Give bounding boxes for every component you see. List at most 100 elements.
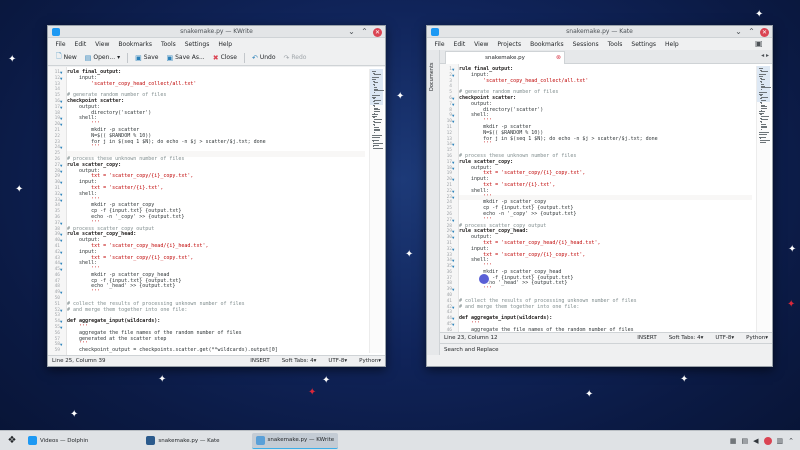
menu-bookmarks[interactable]: Bookmarks (114, 41, 157, 48)
cursor-position[interactable]: Line 25, Column 39 (52, 358, 238, 364)
close-icon[interactable]: ✕ (760, 27, 769, 37)
fold-marker-icon[interactable]: ▼ (452, 322, 457, 328)
fold-marker-icon[interactable]: ▼ (452, 177, 457, 183)
menu-settings[interactable]: Settings (627, 41, 661, 48)
fold-marker-icon[interactable]: ▼ (452, 73, 457, 79)
indent-setting[interactable]: Soft Tabs: 4 (282, 358, 314, 364)
fold-marker-icon[interactable]: ▼ (60, 290, 65, 296)
maximize-icon[interactable]: ⌃ (747, 27, 756, 37)
tab-snakemake[interactable]: snakemake.py ⊗ (445, 51, 565, 64)
kate-window[interactable]: snakemake.py — Kate ⌄ ⌃ ✕ File Edit View… (426, 25, 773, 367)
fold-marker-icon[interactable]: ▼ (452, 102, 457, 108)
menu-projects[interactable]: Projects (493, 41, 526, 48)
menu-sessions[interactable]: Sessions (568, 41, 603, 48)
save-as-button[interactable]: ▣ Save As... (163, 52, 207, 64)
fold-marker-icon[interactable]: ▼ (452, 305, 457, 311)
menu-tools[interactable]: Tools (156, 41, 180, 48)
minimize-icon[interactable]: ⌄ (734, 27, 743, 37)
kwrite-window[interactable]: snakemake.py — KWrite ⌄ ⌃ ✕ File Edit Vi… (47, 25, 386, 367)
kate-icon (146, 436, 156, 445)
kwrite-editor[interactable]: 11 ▼ rule final_output: 12 ▼ input: 13 'scatt… (48, 67, 385, 355)
clipboard-icon[interactable]: ▤ (741, 437, 748, 445)
kwrite-titlebar[interactable]: snakemake.py — KWrite ⌄ ⌃ ✕ (48, 26, 385, 38)
fold-marker-icon[interactable]: ▼ (60, 180, 65, 186)
menu-edit[interactable]: Edit (70, 41, 91, 48)
minimap[interactable] (369, 69, 384, 353)
application-launcher-icon[interactable]: ❖ (4, 433, 20, 449)
kate-editor[interactable]: 1 ▼ rule final_output: 2 ▼ input: 3 'scatter_… (440, 64, 772, 343)
fold-marker-icon[interactable]: ▼ (452, 287, 457, 293)
fold-marker-icon[interactable]: ▼ (452, 247, 457, 253)
fold-marker-icon[interactable]: ▼ (60, 308, 65, 314)
task-kate[interactable]: snakemake.py — Kate (142, 433, 223, 449)
expand-tray-icon[interactable]: ⌃ (788, 437, 794, 445)
code-area[interactable]: 1 ▼ rule final_output: 2 ▼ input: 3 'scatter_… (447, 66, 752, 339)
updates-icon[interactable]: ▦ (730, 437, 737, 445)
fold-marker-icon[interactable]: ▼ (60, 250, 65, 256)
encoding[interactable]: UTF-8 (328, 358, 344, 364)
task-kwrite[interactable]: snakemake.py — KWrite (251, 432, 339, 449)
minimize-icon[interactable]: ⌄ (347, 27, 356, 37)
volume-icon[interactable]: ◀ (753, 437, 758, 445)
indent-setting[interactable]: Soft Tabs: 4 (669, 335, 701, 341)
close-icon[interactable]: ✕ (373, 27, 382, 37)
fold-marker-icon[interactable]: ▼ (60, 198, 65, 204)
menu-bookmarks[interactable]: Bookmarks (526, 41, 569, 48)
syntax-mode[interactable]: Python (746, 335, 765, 341)
save-as-label: Save As... (175, 54, 205, 61)
maximize-icon[interactable]: ⌃ (360, 27, 369, 37)
fold-marker-icon[interactable]: ▼ (60, 267, 65, 273)
fold-marker-icon[interactable]: ▼ (452, 166, 457, 172)
new-button[interactable]: 🗋 New (53, 52, 80, 64)
menu-tools[interactable]: Tools (603, 41, 627, 48)
fold-marker-icon[interactable]: ▼ (452, 218, 457, 224)
record-icon[interactable] (763, 436, 772, 445)
search-replace-panel-tab[interactable]: Search and Replace (440, 343, 772, 355)
open-button[interactable]: ▤ Open... ▾ (82, 52, 123, 64)
fold-marker-icon[interactable]: ▼ (452, 142, 457, 148)
documents-sidebar-tab[interactable]: Documents (429, 54, 438, 100)
fold-marker-icon[interactable]: ▼ (60, 169, 65, 175)
undo-button[interactable]: ↶ Undo (249, 52, 279, 64)
fold-marker-icon[interactable]: ▼ (60, 105, 65, 111)
menu-help[interactable]: Help (214, 41, 237, 48)
fold-marker-icon[interactable]: ▼ (60, 221, 65, 227)
menu-view[interactable]: View (91, 41, 114, 48)
chevron-down-icon: ▾ (117, 54, 121, 61)
menu-view[interactable]: View (470, 41, 493, 48)
close-tab-icon[interactable]: ⊗ (556, 52, 561, 64)
fold-marker-icon[interactable]: ▼ (60, 122, 65, 128)
fold-marker-icon[interactable]: ▼ (60, 145, 65, 151)
code-line[interactable]: 59 checkpoint_output = checkpoints.scatt… (55, 347, 365, 354)
kate-titlebar[interactable]: snakemake.py — Kate ⌄ ⌃ ✕ (427, 26, 772, 38)
fold-marker-icon[interactable]: ▼ (60, 342, 65, 348)
close-document-button[interactable]: ✖ Close (210, 52, 240, 64)
menu-file[interactable]: File (430, 41, 449, 48)
menu-help[interactable]: Help (661, 41, 684, 48)
menu-edit[interactable]: Edit (449, 41, 470, 48)
redo-button[interactable]: ↷ Redo (281, 52, 310, 64)
syntax-mode[interactable]: Python (359, 358, 378, 364)
fold-marker-icon[interactable]: ▼ (60, 238, 65, 244)
fold-marker-icon[interactable]: ▼ (60, 325, 65, 331)
code-area[interactable]: 11 ▼ rule final_output: 12 ▼ input: 13 'scatt… (55, 69, 365, 354)
cursor-position[interactable]: Line 23, Column 12 (444, 335, 625, 341)
fold-marker-icon[interactable]: ▼ (452, 264, 457, 270)
menu-settings[interactable]: Settings (180, 41, 214, 48)
input-mode[interactable]: INSERT (250, 358, 269, 364)
menu-file[interactable]: File (51, 41, 70, 48)
tab-scroll-icon[interactable]: ◂ ▸ (761, 52, 769, 59)
split-view-icon[interactable]: ▣ (750, 39, 767, 48)
network-icon[interactable]: ▥ (777, 437, 784, 445)
save-button[interactable]: ▣ Save (132, 52, 161, 64)
fold-marker-icon[interactable]: ▼ (452, 119, 457, 125)
encoding[interactable]: UTF-8 (715, 335, 731, 341)
minimap[interactable] (756, 66, 771, 341)
star-decoration: ✦ (585, 389, 594, 400)
input-mode[interactable]: INSERT (637, 335, 656, 341)
fold-marker-icon[interactable]: ▼ (60, 76, 65, 82)
fold-marker-icon[interactable]: ▼ (452, 235, 457, 241)
minimap-line (373, 91, 376, 93)
task-dolphin[interactable]: Videos — Dolphin (24, 433, 92, 449)
fold-marker-icon[interactable]: ▼ (452, 195, 457, 201)
